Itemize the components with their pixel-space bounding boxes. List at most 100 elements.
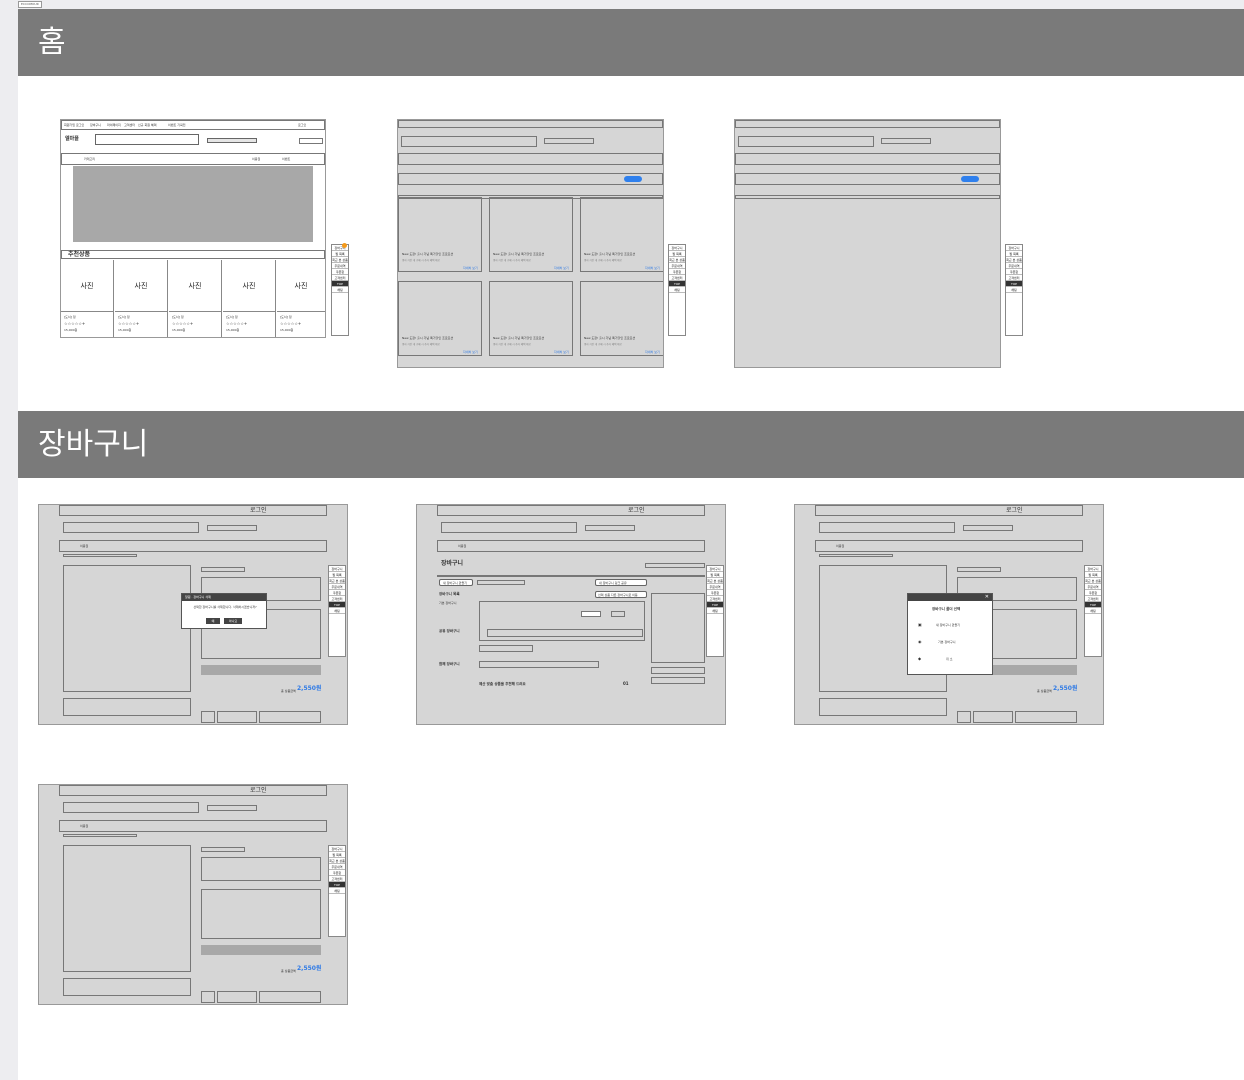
gnb-ticket[interactable]: 이용권 [458,544,466,549]
order-button[interactable] [201,945,321,955]
active-filter-tab[interactable] [624,176,642,182]
event-card-sub: 행사 기간 내 구매 시 추가 혜택 제공 [402,259,440,262]
secondary-button[interactable] [217,991,257,1003]
small-button[interactable] [957,711,971,723]
summary-field [651,667,705,674]
login-link[interactable]: 로그인 [1006,508,1023,514]
delete-button[interactable] [611,611,625,617]
gnb-ticket[interactable]: 이용권 [80,824,88,829]
small-button[interactable] [201,711,215,723]
share-button[interactable]: 내 장바구니 링크 공유 [595,579,647,586]
gnb-ticket[interactable]: 이용권 [836,544,844,549]
event-card-link[interactable]: 자세히 보기 [463,350,478,355]
login-link[interactable]: 로그인 [628,508,645,514]
login-link[interactable]: 로그인 [250,788,267,794]
search-button[interactable] [544,138,594,144]
search-input[interactable] [63,522,199,533]
event-card-link[interactable]: 자세히 보기 [554,350,569,355]
event-card[interactable]: New 도장! 출시 기념 특가할인 프로모션 행사 기간 내 구매 시 추가 혜… [580,197,663,272]
search-input[interactable] [738,136,874,147]
event-card[interactable]: New 도장! 출시 기념 특가할인 프로모션 행사 기간 내 구매 시 추가 혜… [398,197,482,272]
modal-cancel-button[interactable]: 아니요 [224,618,242,624]
cart-name-input[interactable] [477,580,525,585]
search-button[interactable] [207,805,257,811]
related-cart-field[interactable] [479,661,599,668]
order-button[interactable] [201,665,321,675]
top-link-6[interactable]: 이벤트 기획전 [168,123,186,128]
gnb-event[interactable]: 이벤트 [282,157,290,162]
default-cart-item[interactable]: 기본 장바구니 [439,601,457,606]
search-input[interactable] [63,802,199,813]
event-card-link[interactable]: 자세히 보기 [554,266,569,271]
gnb-ticket[interactable]: 이용권 [80,544,88,549]
quick-chat[interactable]: 채팅 [329,888,345,894]
quick-chat[interactable]: 채팅 [329,608,345,614]
top-link-3[interactable]: 마이페이지 [107,123,121,128]
header-icons[interactable] [299,138,323,144]
secondary-button[interactable] [973,711,1013,723]
folder-option-default[interactable]: 기본 장바구니 [938,640,956,645]
quick-chat[interactable]: 채팅 [332,287,348,293]
logo[interactable]: 엘마플 [65,137,79,142]
search-button[interactable] [585,525,635,531]
search-input[interactable] [819,522,955,533]
event-card-link[interactable]: 자세히 보기 [645,266,660,271]
product-card[interactable]: 사진 [도서] 정 ☆☆☆☆☆+ 15,000원 [169,260,222,337]
cart-search[interactable] [645,563,705,568]
search-button[interactable] [963,525,1013,531]
primary-button[interactable] [1015,711,1077,723]
small-button[interactable] [201,991,215,1003]
login-link[interactable]: 로그인 [298,123,306,128]
event-card-link[interactable]: 자세히 보기 [463,266,478,271]
shared-cart-field[interactable] [479,645,533,652]
secondary-button[interactable] [217,711,257,723]
memo-input[interactable] [487,629,643,637]
top-link-4[interactable]: 고객센터 [124,123,135,128]
search-button[interactable] [207,525,257,531]
top-link-0[interactable]: 회원가입 [64,123,75,128]
folder-option-new[interactable]: 새 장바구니 만들기 [936,623,960,628]
search-button[interactable] [881,138,931,144]
event-card[interactable]: New 도장! 출시 기념 특가할인 프로모션 행사 기간 내 구매 시 추가 혜… [489,197,573,272]
search-input[interactable] [441,522,577,533]
product-card[interactable]: 사진 [도서] 정 ☆☆☆☆☆+ 15,000원 [61,260,114,337]
move-button[interactable]: 선택 상품 다른 장바구니로 이동 [595,591,647,598]
product-card[interactable]: 사진 [도서] 정 ☆☆☆☆☆+ 15,000원 [277,260,325,337]
top-link-1[interactable]: 로그인 [76,123,84,128]
main-banner[interactable] [73,166,313,242]
top-link-5[interactable]: 신규 회원 혜택 [138,123,156,128]
quick-chat[interactable]: 채팅 [707,608,723,614]
product-card[interactable]: 사진 [도서] 정 ☆☆☆☆☆+ 15,000원 [223,260,276,337]
new-cart-button[interactable]: 새 장바구니 만들기 [439,579,473,586]
quick-menu: 장바구니 찜 목록 최근 본 상품 주문내역 쿠폰함 고객센터 TOP 채팅 [328,565,346,657]
quick-chat[interactable]: 채팅 [1085,608,1101,614]
active-filter-tab[interactable] [961,176,979,182]
page-number[interactable]: 01 [623,681,629,686]
quantity-stepper[interactable] [581,611,601,617]
top-link-2[interactable]: 장바구니 [90,123,101,128]
quick-chat[interactable]: 채팅 [669,287,685,293]
primary-button[interactable] [259,711,321,723]
event-card-link[interactable]: 자세히 보기 [645,350,660,355]
total-value: 2,550원 [297,965,322,972]
section-header-cart: 장바구니 [18,411,1244,478]
modal-ok-button[interactable]: 예 [206,618,220,624]
quick-chat[interactable]: 채팅 [1006,287,1022,293]
event-card[interactable]: New 도장! 출시 기념 특가할인 프로모션 행사 기간 내 구매 시 추가 혜… [580,281,663,356]
event-card[interactable]: New 도장! 출시 기념 특가할인 프로모션 행사 기간 내 구매 시 추가 혜… [489,281,573,356]
category-button[interactable]: 카테고리 [84,157,95,162]
product-card[interactable]: 사진 [도서] 정 ☆☆☆☆☆+ 15,000원 [115,260,168,337]
gnb-bar: 카테고리 이용권 이벤트 [61,153,325,165]
event-card[interactable]: New 도장! 출시 기념 특가할인 프로모션 행사 기간 내 구매 시 추가 혜… [398,281,482,356]
event-card-sub: 행사 기간 내 구매 시 추가 혜택 제공 [584,259,622,262]
primary-button[interactable] [259,991,321,1003]
search-input[interactable] [95,134,199,145]
gnb-ticket[interactable]: 이용권 [252,157,260,162]
login-link[interactable]: 로그인 [250,508,267,514]
search-button[interactable] [207,138,257,143]
search-input[interactable] [401,136,537,147]
event-card-title: New 도장! 출시 기념 특가할인 프로모션 [584,336,636,340]
folder-option-cancel[interactable]: 취 소 [946,657,952,662]
close-icon[interactable]: ✕ [985,594,989,601]
quick-menu: 장바구니 찜 목록 최근 본 상품 주문내역 쿠폰함 고객센터 TOP 채팅 [1084,565,1102,657]
